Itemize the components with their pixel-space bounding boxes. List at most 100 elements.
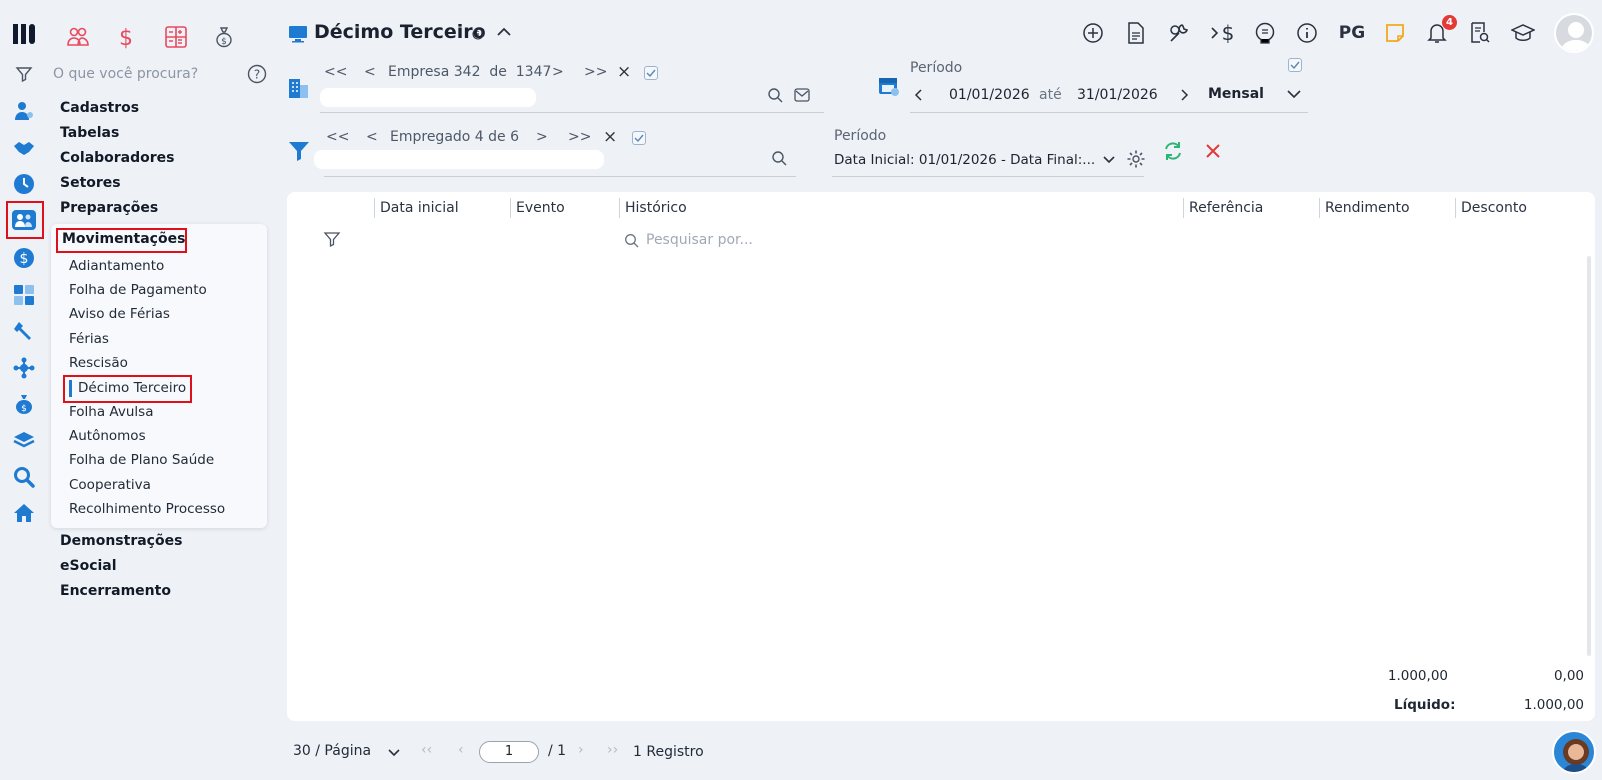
per-page-chevron-icon[interactable] [387, 748, 401, 758]
empresa-checkbox[interactable] [644, 66, 658, 80]
empresa-clear-button[interactable]: × [617, 62, 631, 82]
funnel-icon[interactable] [288, 141, 310, 161]
brain-icon[interactable] [1252, 20, 1278, 46]
col-historico[interactable]: Histórico [625, 200, 687, 216]
document-icon[interactable] [1123, 20, 1149, 46]
periodo-mode-chevron-icon[interactable] [1286, 89, 1302, 99]
table-scrollbar[interactable] [1587, 256, 1591, 656]
empregado-first-button[interactable]: << [326, 129, 349, 145]
currency-transfer-icon[interactable]: $ [1208, 20, 1238, 46]
table-filter-icon[interactable] [323, 231, 341, 249]
tools-icon[interactable] [1166, 20, 1192, 46]
collapse-chevron-icon[interactable] [496, 26, 512, 38]
money-icon[interactable]: $ [12, 246, 36, 270]
menu-tabelas[interactable]: Tabelas [60, 125, 119, 141]
submenu-rescisao[interactable]: Rescisão [69, 355, 128, 371]
periodo-filter-select[interactable]: Data Inicial: 01/01/2026 - Data Final:..… [834, 152, 1095, 168]
settings-gear-icon[interactable] [1126, 149, 1146, 169]
periodo-filter-chevron-icon[interactable] [1102, 155, 1116, 165]
calculator-icon[interactable] [158, 22, 194, 52]
submenu-folha-de-pagamento[interactable]: Folha de Pagamento [69, 282, 207, 298]
menu-demonstracoes[interactable]: Demonstrações [60, 533, 182, 549]
menu-preparacoes[interactable]: Preparações [60, 200, 158, 216]
submenu-autonomos[interactable]: Autônomos [69, 428, 146, 444]
menu-search-input[interactable]: O que você procura? [53, 66, 198, 82]
menu-esocial[interactable]: eSocial [60, 558, 117, 574]
col-referencia[interactable]: Referência [1189, 200, 1263, 216]
col-evento[interactable]: Evento [516, 200, 565, 216]
empregado-search-icon[interactable] [771, 150, 787, 166]
network-icon[interactable] [12, 356, 36, 380]
tools-rail-icon[interactable] [12, 319, 36, 343]
menu-cadastros[interactable]: Cadastros [60, 100, 139, 116]
cadastros-icon[interactable] [12, 99, 36, 123]
empregado-clear-button[interactable]: × [603, 127, 617, 147]
submenu-cooperativa[interactable]: Cooperativa [69, 477, 151, 493]
empresa-next-button[interactable]: > [552, 64, 564, 80]
submenu-adiantamento[interactable]: Adiantamento [69, 258, 164, 274]
periodo-top-checkbox[interactable] [1288, 58, 1302, 72]
refresh-icon[interactable] [1162, 140, 1184, 162]
col-rendimento[interactable]: Rendimento [1325, 200, 1410, 216]
filter-icon[interactable] [12, 62, 36, 86]
col-data-inicial[interactable]: Data inicial [380, 200, 459, 216]
info-icon[interactable] [1294, 20, 1320, 46]
sticky-note-icon[interactable] [1382, 20, 1408, 46]
submenu-folha-avulsa[interactable]: Folha Avulsa [69, 404, 153, 420]
menu-encerramento[interactable]: Encerramento [60, 583, 171, 599]
empresa-field[interactable] [320, 88, 536, 107]
menu-movimentacoes[interactable]: Movimentações [62, 231, 185, 247]
next-page-button[interactable]: › [578, 742, 584, 758]
help-icon[interactable]: ? [247, 64, 267, 84]
report-search-icon[interactable] [1467, 20, 1493, 46]
home-icon[interactable] [12, 501, 36, 525]
per-page-select[interactable]: 30 / Página [293, 743, 371, 759]
submenu-ferias[interactable]: Férias [69, 331, 109, 347]
clock-icon[interactable] [12, 172, 36, 196]
menu-setores[interactable]: Setores [60, 175, 121, 191]
users-icon[interactable] [60, 22, 96, 52]
empregado-field[interactable] [314, 150, 604, 169]
page-number-input[interactable]: 1 [479, 741, 539, 763]
people-icon[interactable] [10, 208, 38, 232]
add-circle-icon[interactable] [1080, 20, 1106, 46]
assistant-avatar[interactable] [1552, 730, 1596, 774]
prev-page-button[interactable]: ‹ [458, 742, 464, 758]
empresa-search-icon[interactable] [767, 87, 783, 103]
magnifier-rail-icon[interactable] [12, 465, 36, 489]
empregado-next-button[interactable]: > [536, 129, 548, 145]
money-bag-icon[interactable]: $ [206, 22, 242, 52]
submenu-folha-plano-saude[interactable]: Folha de Plano Saúde [69, 452, 214, 468]
periodo-prev-icon[interactable] [913, 88, 923, 102]
user-avatar-icon[interactable] [1554, 13, 1594, 53]
submenu-recolhimento-processo[interactable]: Recolhimento Processo [69, 501, 225, 517]
last-page-button[interactable]: ›› [607, 742, 618, 758]
calculator-rail-icon[interactable] [12, 283, 36, 307]
submenu-decimo-terceiro[interactable]: Décimo Terceiro [78, 380, 186, 396]
empregado-prev-button[interactable]: < [366, 129, 378, 145]
dollar-icon[interactable]: $ [108, 22, 144, 52]
app-logo[interactable] [12, 21, 38, 47]
empresa-first-button[interactable]: << [324, 64, 347, 80]
empregado-checkbox[interactable] [632, 131, 646, 145]
email-icon[interactable] [794, 88, 810, 102]
handshake-icon[interactable] [12, 136, 36, 160]
periodo-start-date[interactable]: 01/01/2026 [949, 87, 1030, 103]
col-desconto[interactable]: Desconto [1461, 200, 1527, 216]
empregado-last-button[interactable]: >> [568, 129, 591, 145]
graduation-cap-icon[interactable] [1510, 20, 1536, 46]
menu-colaboradores[interactable]: Colaboradores [60, 150, 175, 166]
empresa-last-button[interactable]: >> [584, 64, 607, 80]
submenu-aviso-de-ferias[interactable]: Aviso de Férias [69, 306, 170, 322]
close-icon[interactable] [1204, 142, 1222, 160]
layers-icon[interactable] [12, 429, 36, 453]
table-search-input[interactable]: Pesquisar por... [646, 232, 753, 248]
title-info-icon[interactable] [472, 28, 484, 40]
money-bag-rail-icon[interactable]: $ [12, 392, 36, 416]
pg-icon[interactable]: PG [1337, 20, 1367, 46]
periodo-end-date[interactable]: 31/01/2026 [1077, 87, 1158, 103]
first-page-button[interactable]: ‹‹ [421, 742, 432, 758]
empresa-prev-button[interactable]: < [364, 64, 376, 80]
periodo-next-icon[interactable] [1180, 88, 1190, 102]
periodo-mode-select[interactable]: Mensal [1208, 86, 1264, 102]
